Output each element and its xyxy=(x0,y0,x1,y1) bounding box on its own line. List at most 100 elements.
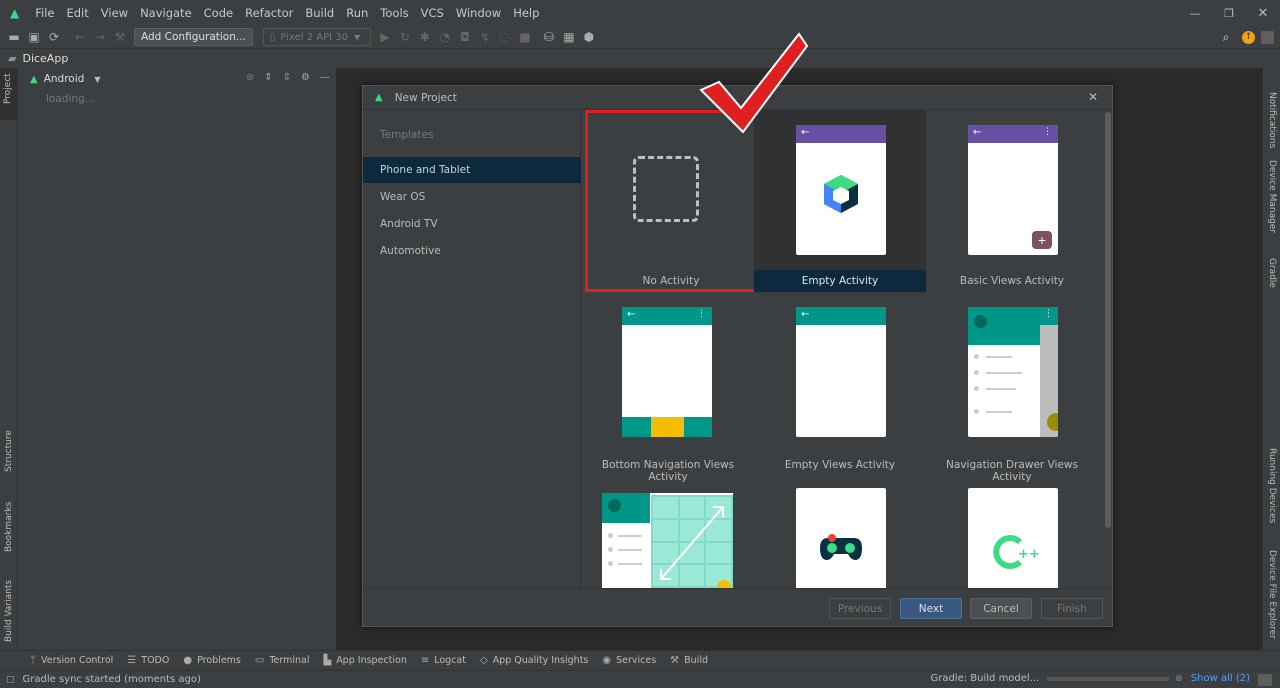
status-panel-icon[interactable]: ▢ xyxy=(6,675,15,685)
minimize-icon[interactable]: — xyxy=(1178,7,1212,20)
category-phone-tablet[interactable]: Phone and Tablet xyxy=(363,157,581,183)
forward-icon[interactable]: → xyxy=(90,27,110,47)
menu-tools[interactable]: Tools xyxy=(374,0,414,26)
menu-vcs[interactable]: VCS xyxy=(415,0,450,26)
tool-device-manager-label[interactable]: Device Manager xyxy=(1267,160,1277,233)
tool-label: App Inspection xyxy=(336,655,407,666)
project-view-selector[interactable]: Android xyxy=(44,73,85,85)
dialog-close-icon[interactable]: ✕ xyxy=(1088,90,1098,104)
template-native-cpp[interactable]: ++ xyxy=(926,476,1098,588)
sync-gradle-icon[interactable]: ⛁ xyxy=(539,27,559,47)
back-icon[interactable]: ← xyxy=(70,27,90,47)
cancel-task-icon[interactable]: ⊗ xyxy=(1175,674,1183,684)
close-window-icon[interactable]: ✕ xyxy=(1246,6,1280,21)
menu-edit[interactable]: Edit xyxy=(60,0,94,26)
cancel-button[interactable]: Cancel xyxy=(970,598,1032,619)
template-game-activity[interactable] xyxy=(754,476,926,588)
svg-text:++: ++ xyxy=(1018,547,1040,562)
settings-square-icon[interactable] xyxy=(1261,30,1274,44)
finish-button[interactable]: Finish xyxy=(1041,598,1103,619)
stop-icon[interactable]: ■ xyxy=(515,27,535,47)
template-navigation-drawer-views-activity[interactable]: ⋮ Navigation Drawer Views Activity xyxy=(926,294,1098,483)
preview-phone: ⋮ xyxy=(968,307,1058,437)
tool-services[interactable]: ◉ Services xyxy=(602,655,656,666)
coverage-icon[interactable]: ◌ xyxy=(495,27,515,47)
template-bottom-navigation-views-activity[interactable]: ← ⋮ Bottom Navigation Views Activity xyxy=(582,294,754,483)
menu-file[interactable]: File xyxy=(29,0,60,26)
hide-icon[interactable]: — xyxy=(320,72,330,83)
tool-label: Version Control xyxy=(41,655,114,666)
sync-icon[interactable]: ⟳ xyxy=(44,27,64,47)
tool-version-control[interactable]: ᛘ Version Control xyxy=(30,655,113,666)
sdk-manager-icon[interactable]: ⬢ xyxy=(579,27,599,47)
apply-changes-icon[interactable]: ↯ xyxy=(475,27,495,47)
tool-build-variants-label[interactable]: Build Variants xyxy=(4,580,14,642)
previous-button[interactable]: Previous xyxy=(829,598,891,619)
preview-phone: ← ⋮ xyxy=(622,307,712,437)
project-name[interactable]: DiceApp xyxy=(22,52,68,65)
rerun-icon[interactable]: ↻ xyxy=(395,27,415,47)
list-icon: ☰ xyxy=(127,655,137,666)
info-icon: ● xyxy=(183,655,193,666)
run-icon[interactable]: ▶ xyxy=(375,27,395,47)
tool-logcat[interactable]: ≡ Logcat xyxy=(421,655,466,666)
menu-help[interactable]: Help xyxy=(507,0,545,26)
tool-todo[interactable]: ☰ TODO xyxy=(127,655,169,666)
tool-problems[interactable]: ● Problems xyxy=(183,655,241,666)
template-empty-views-activity[interactable]: ← Empty Views Activity xyxy=(754,294,926,476)
tool-bookmarks-label[interactable]: Bookmarks xyxy=(4,502,14,552)
menu-navigate[interactable]: Navigate xyxy=(134,0,198,26)
open-folder-icon[interactable]: ▬ xyxy=(4,27,24,47)
hammer-icon[interactable]: ⚒ xyxy=(110,27,130,47)
tool-terminal[interactable]: ▭ Terminal xyxy=(255,655,310,666)
locate-icon[interactable]: ⊕ xyxy=(246,72,254,83)
scrollbar[interactable] xyxy=(1105,110,1111,588)
tool-build[interactable]: ⚒ Build xyxy=(670,655,708,666)
menu-build[interactable]: Build xyxy=(299,0,340,26)
search-icon[interactable]: ⌕ xyxy=(1216,27,1236,47)
tool-device-file-explorer-label[interactable]: Device File Explorer xyxy=(1267,550,1277,639)
save-icon[interactable]: ▣ xyxy=(24,27,44,47)
menu-view[interactable]: View xyxy=(95,0,134,26)
debug-icon[interactable]: ✱ xyxy=(415,27,435,47)
collapse-all-icon[interactable]: ⇳ xyxy=(283,72,291,83)
dashed-square-icon xyxy=(633,156,699,222)
tool-running-devices-label[interactable]: Running Devices xyxy=(1267,448,1277,523)
profile-icon[interactable]: ◔ xyxy=(435,27,455,47)
tool-project-label[interactable]: Project xyxy=(3,73,13,104)
show-all-link[interactable]: Show all (2) xyxy=(1191,673,1250,684)
tool-gradle-label[interactable]: Gradle xyxy=(1267,258,1277,288)
tool-label: Services xyxy=(616,655,657,666)
menu-refactor[interactable]: Refactor xyxy=(239,0,299,26)
category-wear-os[interactable]: Wear OS xyxy=(363,184,581,210)
scrollbar-thumb[interactable] xyxy=(1105,112,1111,528)
preview-phone xyxy=(796,488,886,588)
status-message[interactable]: Gradle sync started (moments ago) xyxy=(23,674,201,685)
category-android-tv[interactable]: Android TV xyxy=(363,211,581,237)
category-automotive[interactable]: Automotive xyxy=(363,238,581,264)
attach-debugger-icon[interactable]: ◘ xyxy=(455,27,475,47)
template-basic-views-activity[interactable]: ← ⋮ + Basic Views Activity xyxy=(926,110,1098,292)
tool-structure-label[interactable]: Structure xyxy=(4,430,14,472)
device-selector[interactable]: ▯ Pixel 2 API 30 ▼ xyxy=(262,28,371,46)
view-chevron-down-icon[interactable]: ▼ xyxy=(94,75,100,84)
restore-icon[interactable]: ❐ xyxy=(1212,7,1246,20)
memory-indicator[interactable] xyxy=(1258,674,1272,686)
overflow-menu-icon: ⋮ xyxy=(697,309,706,319)
next-button[interactable]: Next xyxy=(900,598,962,619)
project-panel: ▲ Android ▼ ⊕ ⇕ ⇳ ⚙ — loading... xyxy=(18,68,336,650)
menu-window[interactable]: Window xyxy=(450,0,507,26)
tool-notifications-label[interactable]: Notifications xyxy=(1267,92,1277,148)
update-icon[interactable]: ↑ xyxy=(1242,30,1255,44)
tool-app-quality-insights[interactable]: ◇ App Quality Insights xyxy=(480,655,588,666)
device-manager-icon[interactable]: ▦ xyxy=(559,27,579,47)
add-configuration-button[interactable]: Add Configuration... xyxy=(134,28,253,46)
template-responsive-views-activity[interactable] xyxy=(582,476,754,588)
gear-icon[interactable]: ⚙ xyxy=(301,72,310,83)
tool-app-inspection[interactable]: ▙ App Inspection xyxy=(323,655,406,666)
folder-icon: ▰ xyxy=(8,52,17,65)
menu-run[interactable]: Run xyxy=(340,0,374,26)
template-label: Empty Activity xyxy=(801,275,879,287)
menu-code[interactable]: Code xyxy=(198,0,239,26)
expand-all-icon[interactable]: ⇕ xyxy=(264,72,272,83)
